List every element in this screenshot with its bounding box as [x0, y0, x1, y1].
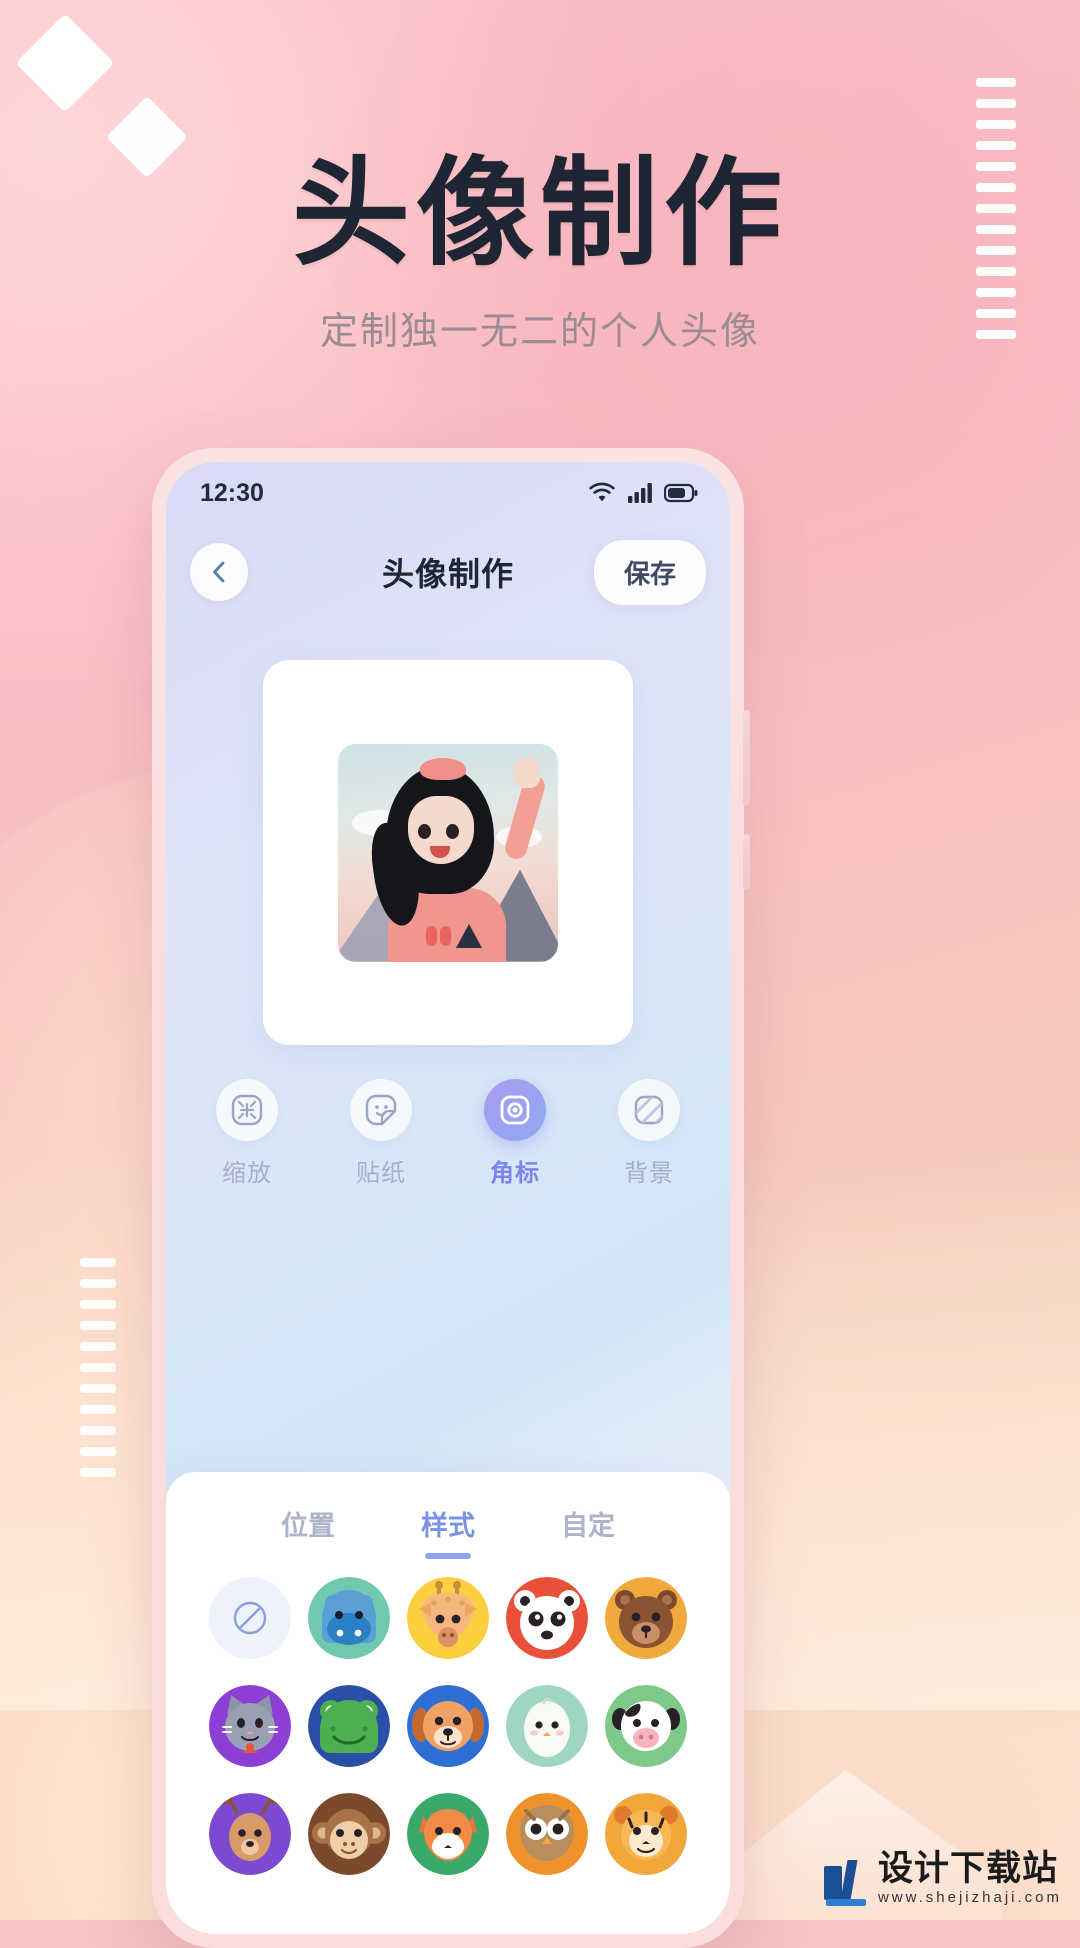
badge-option-none[interactable] [208, 1577, 291, 1659]
hippo-icon [307, 1577, 390, 1659]
save-button[interactable]: 保存 [593, 539, 706, 605]
badge-option-tiger[interactable] [605, 1793, 688, 1875]
giraffe-icon [406, 1577, 489, 1659]
signal-icon [628, 483, 652, 503]
tool-row: 缩放 贴纸 角标 背景 [166, 1079, 730, 1188]
tool-background[interactable]: 背景 [606, 1079, 692, 1188]
watermark-name: 设计下载站 [877, 1848, 1058, 1888]
tool-scale[interactable]: 缩放 [204, 1079, 290, 1188]
cat-icon [208, 1685, 291, 1767]
photo-character-eye-left [418, 823, 431, 839]
tab-style[interactable]: 样式 [421, 1504, 475, 1559]
monkey-icon [307, 1793, 390, 1875]
tool-label: 背景 [624, 1160, 674, 1187]
badge-option-grid [166, 1577, 730, 1875]
status-bar: 12:30 [166, 462, 730, 524]
fox-icon [406, 1793, 489, 1875]
badge-option-owl[interactable] [506, 1793, 589, 1875]
photo-character-hand [514, 757, 540, 788]
phone-mockup: 12:30 头像制作 保存 缩放 贴纸 角标 背景 位置 样式 自定 [152, 448, 750, 1948]
photo-shirt-dot-2 [440, 925, 451, 946]
status-time: 12:30 [200, 478, 264, 507]
badge-option-frog[interactable] [307, 1685, 390, 1767]
tiger-icon [605, 1793, 688, 1875]
phone-screen: 12:30 头像制作 保存 缩放 贴纸 角标 背景 位置 样式 自定 [166, 462, 730, 1934]
badge-option-cow[interactable] [605, 1685, 688, 1767]
page-title: 头像制作 [291, 144, 788, 282]
badge-option-fox[interactable] [406, 1793, 489, 1875]
badge-option-cat[interactable] [208, 1685, 291, 1767]
photo-character-bow [420, 757, 466, 780]
sheet-tabs: 位置 样式 自定 [166, 1472, 730, 1559]
page-subtitle: 定制独一无二的个人头像 [319, 311, 760, 353]
battery-icon [664, 483, 698, 503]
wifi-icon [589, 482, 615, 502]
tab-custom[interactable]: 自定 [561, 1504, 615, 1559]
badge-option-deer[interactable] [208, 1793, 291, 1875]
frog-icon [307, 1685, 390, 1767]
badge-option-bear[interactable] [605, 1577, 688, 1659]
chevron-left-icon [213, 561, 225, 583]
bear-icon [605, 1577, 688, 1659]
options-sheet: 位置 样式 自定 [166, 1472, 730, 1934]
badge-icon [484, 1079, 546, 1141]
status-icons [588, 482, 698, 504]
dog-icon [406, 1685, 489, 1767]
watermark-logo-icon [823, 1860, 868, 1906]
badge-option-monkey[interactable] [307, 1793, 390, 1875]
tool-sticker[interactable]: 贴纸 [338, 1079, 424, 1188]
cow-icon [605, 1685, 688, 1767]
chick-icon [506, 1685, 589, 1767]
photo-shirt-dot-1 [426, 925, 437, 946]
background-icon [618, 1079, 680, 1141]
back-button[interactable] [190, 543, 248, 601]
owl-icon [506, 1793, 589, 1875]
app-navbar: 头像制作 保存 [166, 524, 730, 620]
photo-character-eye-right [446, 823, 459, 839]
badge-option-giraffe[interactable] [406, 1577, 489, 1659]
avatar-preview-image[interactable] [338, 743, 558, 962]
panda-icon [506, 1577, 589, 1659]
badge-option-panda[interactable] [506, 1577, 589, 1659]
photo-shirt-triangle [456, 923, 482, 948]
badge-option-chick[interactable] [506, 1685, 589, 1767]
watermark-url: www.shejizhaji.com [877, 1889, 1062, 1907]
tool-label: 角标 [490, 1160, 540, 1187]
tool-label: 贴纸 [356, 1160, 406, 1187]
no-badge-icon [233, 1601, 266, 1635]
badge-option-dog[interactable] [406, 1685, 489, 1767]
phone-power-button [743, 834, 750, 890]
sticker-icon [350, 1079, 412, 1141]
scale-icon [216, 1079, 278, 1141]
decor-dash-ladder-bottom-left [80, 1258, 116, 1477]
deer-icon [208, 1793, 291, 1875]
tool-badge[interactable]: 角标 [472, 1079, 558, 1188]
tab-position[interactable]: 位置 [281, 1504, 335, 1559]
watermark-text: 设计下载站 www.shejizhaji.com [877, 1848, 1062, 1907]
badge-option-hippo[interactable] [307, 1577, 390, 1659]
phone-volume-button [743, 710, 750, 806]
watermark: 设计下载站 www.shejizhaji.com [823, 1848, 1062, 1907]
tool-label: 缩放 [222, 1160, 272, 1187]
avatar-canvas-card[interactable] [263, 660, 633, 1045]
